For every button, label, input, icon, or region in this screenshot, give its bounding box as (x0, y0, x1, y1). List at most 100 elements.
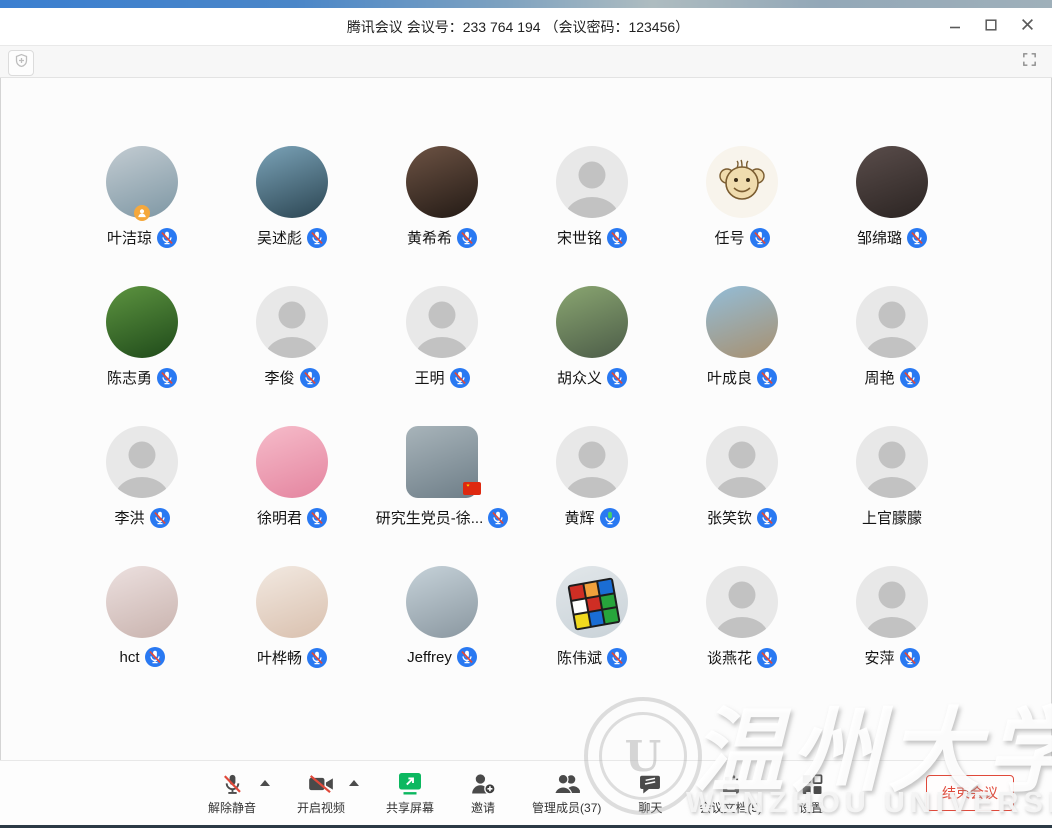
participant-name-row: 周艳 (864, 367, 919, 388)
avatar (106, 566, 178, 638)
apps-icon (799, 770, 824, 797)
participant[interactable]: 上官朦朦 (817, 426, 967, 566)
mic-muted-icon[interactable] (607, 228, 627, 248)
mic-muted-icon[interactable] (900, 648, 920, 668)
participant-name: 宋世铭 (557, 227, 602, 248)
participant-name-row: 陈志勇 (107, 367, 177, 388)
participant[interactable]: 邹绵璐 (817, 146, 967, 286)
minimize-button[interactable] (940, 13, 970, 41)
participant-name: 黄希希 (407, 227, 452, 248)
bottom-toolbar: 解除静音 开启视频 共享屏幕邀请 管理成员(37) 聊天会议文档(5) 设置 结束会议 (0, 760, 1052, 825)
participant[interactable]: Jeffrey (367, 566, 517, 706)
tool-button-invite[interactable]: 邀请 (461, 770, 505, 816)
fullscreen-button[interactable] (1018, 51, 1040, 73)
participant-name: 胡众义 (557, 367, 602, 388)
participant-name-row: 徐明君 (257, 507, 327, 528)
tool-button-label: 邀请 (471, 799, 495, 816)
default-avatar (856, 566, 928, 638)
participant-name-row: 研究生党员-徐... (376, 507, 509, 528)
mic-muted-icon[interactable] (145, 647, 165, 667)
tool-button-label: 解除静音 (208, 799, 256, 816)
participant-name-row: 邹绵璐 (857, 227, 927, 248)
mic-muted-icon[interactable] (157, 228, 177, 248)
participant[interactable]: 黄辉 (517, 426, 667, 566)
participant[interactable]: 宋世铭 (517, 146, 667, 286)
chevron-up-icon[interactable] (349, 780, 359, 786)
mic-muted-icon[interactable] (450, 368, 470, 388)
participant[interactable]: 陈志勇 (67, 286, 217, 426)
participant-name: 研究生党员-徐... (376, 507, 484, 528)
avatar (856, 146, 928, 218)
mic-muted-icon[interactable] (757, 368, 777, 388)
chevron-up-icon[interactable] (260, 780, 270, 786)
participant[interactable]: 胡众义 (517, 286, 667, 426)
mic-muted-icon[interactable] (907, 228, 927, 248)
default-avatar (706, 426, 778, 498)
participant[interactable]: 叶洁琼 (67, 146, 217, 286)
participant[interactable]: 任号 (667, 146, 817, 286)
window-controls (940, 13, 1052, 41)
mic-muted-icon[interactable] (457, 647, 477, 667)
participant[interactable]: 安萍 (817, 566, 967, 706)
mic-muted-icon[interactable] (307, 228, 327, 248)
mic-muted-icon[interactable] (607, 368, 627, 388)
participant[interactable]: 徐明君 (217, 426, 367, 566)
participant-name-row: 王明 (414, 367, 469, 388)
participant[interactable]: 吴述彪 (217, 146, 367, 286)
mic-muted-icon[interactable] (488, 508, 508, 528)
participant-name: 谈燕花 (707, 647, 752, 668)
mic-muted-icon[interactable] (457, 228, 477, 248)
mic-muted-icon[interactable] (607, 648, 627, 668)
mic-muted-icon[interactable] (157, 368, 177, 388)
tool-button-manage-members[interactable]: 管理成员(37) (532, 770, 601, 816)
close-icon (1021, 18, 1034, 36)
participant[interactable]: 陈伟斌 (517, 566, 667, 706)
participant[interactable]: 叶桦畅 (217, 566, 367, 706)
maximize-button[interactable] (976, 13, 1006, 41)
participant[interactable]: 研究生党员-徐... (367, 426, 517, 566)
desktop-wallpaper-strip (0, 0, 1052, 8)
participant[interactable]: hct (67, 566, 217, 706)
participant[interactable]: 李洪 (67, 426, 217, 566)
tool-button-meeting-docs[interactable]: 会议文档(5) (699, 770, 762, 816)
participant-name-row: 李洪 (114, 507, 169, 528)
participant[interactable]: 叶成良 (667, 286, 817, 426)
participant[interactable]: 黄希希 (367, 146, 517, 286)
mic-muted-icon[interactable] (307, 648, 327, 668)
default-avatar (856, 286, 928, 358)
tool-button-share-screen[interactable]: 共享屏幕 (386, 770, 434, 816)
tool-button-settings[interactable]: 设置 (789, 770, 833, 816)
mic-muted-icon[interactable] (300, 368, 320, 388)
secondary-toolbar (0, 46, 1052, 78)
tool-button-chat[interactable]: 聊天 (628, 770, 672, 816)
mic-muted-icon[interactable] (307, 508, 327, 528)
mic-muted-icon[interactable] (757, 508, 777, 528)
default-avatar (556, 426, 628, 498)
participant-name: 黄辉 (564, 507, 594, 528)
mic-muted-icon[interactable] (900, 368, 920, 388)
close-button[interactable] (1012, 13, 1042, 41)
mic-muted-icon[interactable] (750, 228, 770, 248)
participant-name: 张笑钦 (707, 507, 752, 528)
participant-name-row: 叶洁琼 (107, 227, 177, 248)
default-avatar (556, 146, 628, 218)
end-meeting-button[interactable]: 结束会议 (926, 775, 1014, 811)
mic-muted-icon[interactable] (150, 508, 170, 528)
participant[interactable]: 王明 (367, 286, 517, 426)
tool-button-unmute[interactable]: 解除静音 (208, 770, 256, 816)
mic-active-icon[interactable] (600, 508, 620, 528)
meeting-security-button[interactable] (8, 50, 34, 76)
participant[interactable]: 李俊 (217, 286, 367, 426)
participant[interactable]: 周艳 (817, 286, 967, 426)
participant-name: 徐明君 (257, 507, 302, 528)
tool-button-start-video[interactable]: 开启视频 (297, 770, 345, 816)
tool-button-label: 开启视频 (297, 799, 345, 816)
avatar (106, 146, 178, 218)
host-badge-icon (134, 205, 150, 221)
mic-muted-icon[interactable] (757, 648, 777, 668)
participant-grid: 叶洁琼 吴述彪黄希希 宋世铭 任号 邹绵璐陈志勇 李俊王明 胡众义 叶成良周艳李洪 徐明君 研究生… (67, 78, 967, 706)
participant[interactable]: 张笑钦 (667, 426, 817, 566)
participant-name-row: 任号 (714, 227, 769, 248)
default-avatar (256, 286, 328, 358)
participant[interactable]: 谈燕花 (667, 566, 817, 706)
